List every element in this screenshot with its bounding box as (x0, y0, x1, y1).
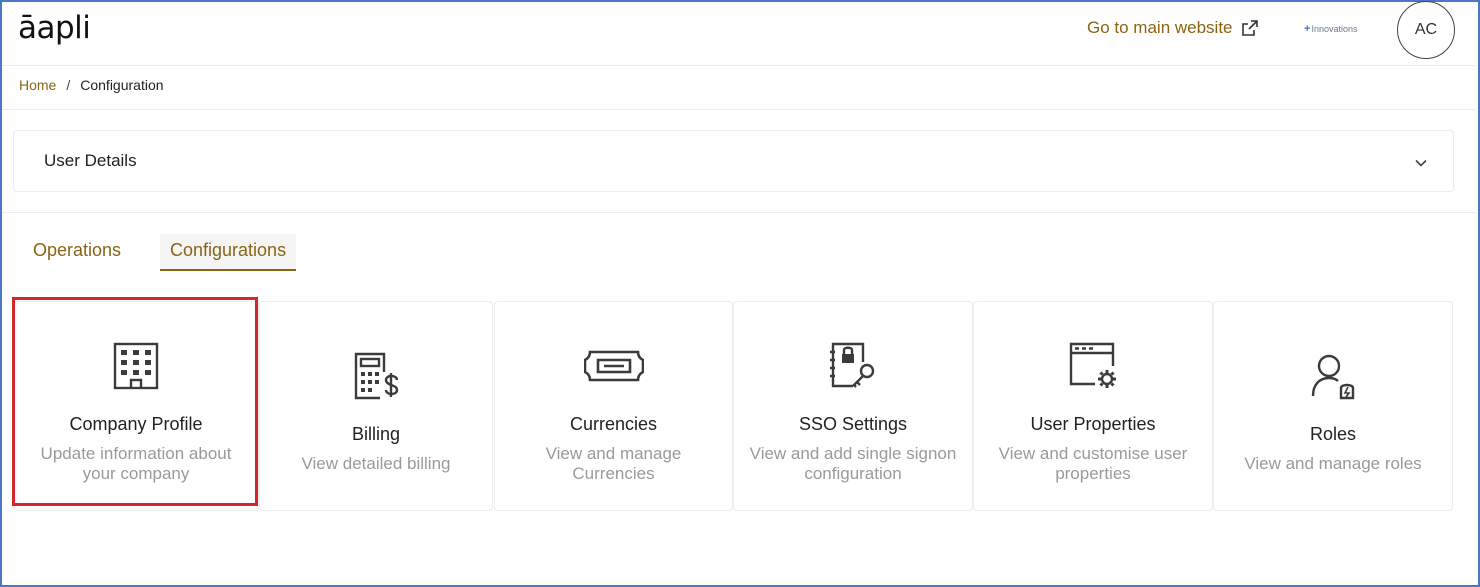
chevron-down-icon (1415, 159, 1427, 167)
card-description: View and manage roles (1244, 454, 1422, 473)
breadcrumb-separator: / (66, 77, 71, 93)
innovations-logo: + Innovations (1304, 23, 1357, 35)
card-title: Currencies (569, 414, 658, 434)
card-description: View and add single signon configuration (749, 444, 957, 483)
card-description: View and manage Currencies (545, 444, 682, 483)
card-description: View detailed billing (301, 454, 451, 473)
card-title: Billing (351, 424, 401, 444)
top-header: āapli Go to main website + Innovations A… (2, 1, 1476, 66)
card-sso-settings[interactable]: SSO Settings View and add single signon … (733, 301, 973, 511)
currency-note-icon (583, 350, 644, 382)
go-to-main-website-label: Go to main website (1087, 18, 1233, 37)
card-description: Update information about your company (40, 444, 232, 483)
billing-calculator-icon (354, 352, 399, 400)
breadcrumb-home-link[interactable]: Home (19, 77, 56, 93)
card-currencies[interactable]: Currencies View and manage Currencies (494, 301, 733, 511)
divider (2, 212, 1476, 213)
card-title: Company Profile (69, 414, 203, 434)
tab-operations[interactable]: Operations (23, 234, 131, 271)
window-gear-icon (1069, 342, 1116, 388)
card-company-profile[interactable]: Company Profile Update information about… (13, 301, 259, 511)
external-link-icon (1241, 20, 1258, 36)
card-title: Roles (1309, 424, 1357, 444)
user-role-icon (1311, 354, 1355, 400)
accordion-title: User Details (44, 151, 137, 170)
sparkle-icon: + (1304, 23, 1311, 35)
card-title: User Properties (1030, 414, 1156, 434)
breadcrumb-current: Configuration (80, 77, 164, 93)
app-logo[interactable]: āapli (18, 10, 91, 46)
breadcrumb: Home / Configuration (19, 77, 164, 93)
card-billing[interactable]: Billing View detailed billing (259, 301, 493, 511)
card-description: View and customise user properties (998, 444, 1188, 483)
card-title: SSO Settings (798, 414, 908, 434)
divider (2, 109, 1476, 110)
card-user-properties[interactable]: User Properties View and customise user … (973, 301, 1213, 511)
card-roles[interactable]: Roles View and manage roles (1213, 301, 1453, 511)
go-to-main-website-link[interactable]: Go to main website (1087, 18, 1259, 38)
tab-configurations[interactable]: Configurations (160, 234, 297, 271)
user-avatar[interactable]: AC (1397, 1, 1455, 59)
building-icon (113, 342, 159, 390)
sso-lock-key-icon (830, 342, 875, 388)
innovations-label: Innovations (1311, 24, 1358, 34)
user-details-accordion[interactable]: User Details (13, 130, 1454, 192)
